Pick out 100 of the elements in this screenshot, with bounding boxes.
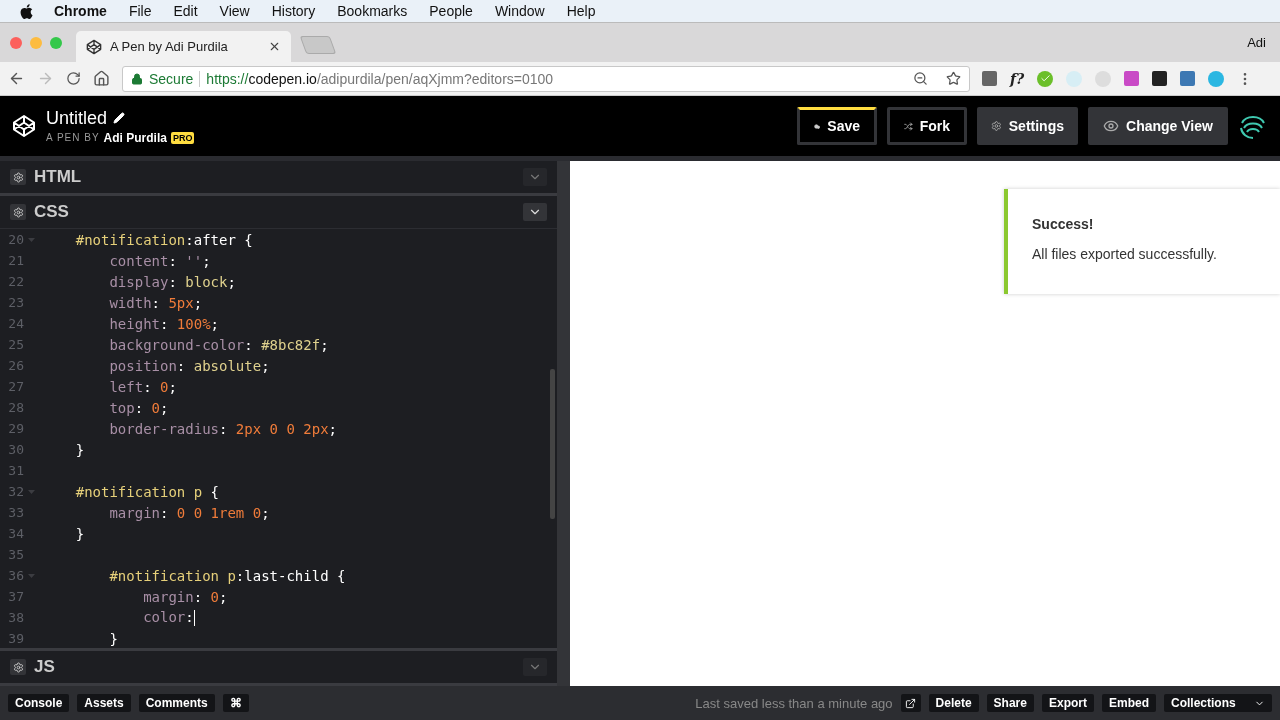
- menu-item[interactable]: View: [208, 3, 261, 19]
- line-number: 29: [7, 421, 24, 436]
- reload-icon[interactable]: [66, 71, 81, 86]
- address-field[interactable]: Secure https://codepen.io/adipurdila/pen/aqXjmm?editors=0100: [122, 65, 970, 92]
- menu-item[interactable]: Bookmarks: [326, 3, 419, 19]
- settings-icon: [991, 118, 1002, 134]
- pen-title[interactable]: Untitled: [46, 107, 108, 129]
- settings-icon: [12, 661, 24, 673]
- line-number: 37: [7, 589, 24, 604]
- line-number: 39: [7, 631, 24, 646]
- settings-button[interactable]: [10, 169, 26, 185]
- line-number: 32: [7, 484, 24, 499]
- line-number: 28: [7, 400, 24, 415]
- code-line: position: absolute;: [108, 357, 270, 374]
- settings-button[interactable]: Settings: [977, 107, 1078, 145]
- profile-name[interactable]: Adi: [1247, 35, 1266, 50]
- extension-icon[interactable]: [1152, 71, 1168, 86]
- code-line: }: [74, 525, 85, 542]
- code-line: width: 5px;: [108, 294, 203, 311]
- external-link-button[interactable]: [900, 694, 921, 712]
- external-link-icon: [905, 697, 917, 709]
- footer-button[interactable]: Share: [986, 694, 1034, 712]
- star-icon[interactable]: [946, 71, 961, 86]
- line-number: 34: [7, 526, 24, 541]
- cube-logo-icon: [86, 38, 102, 55]
- line-number: 22: [7, 274, 24, 289]
- view-button[interactable]: Change View: [1088, 107, 1228, 145]
- code-line: display: block;: [108, 273, 236, 290]
- scrollbar-thumb[interactable]: [550, 369, 555, 519]
- settings-icon: [12, 171, 24, 183]
- code-line: margin: 0;: [142, 588, 228, 605]
- code-line: }: [108, 630, 118, 647]
- code-line: #notification p:last-child {: [108, 567, 346, 584]
- menu-item[interactable]: Edit: [162, 3, 209, 19]
- close-icon[interactable]: [268, 40, 281, 53]
- collections-dropdown[interactable]: Collections: [1164, 694, 1272, 712]
- save-status: Last saved less than a minute ago: [695, 695, 893, 711]
- code-line: }: [74, 441, 85, 458]
- apple-icon[interactable]: [20, 3, 33, 19]
- menu-item[interactable]: Help: [555, 3, 607, 19]
- zoom-icon[interactable]: [913, 71, 928, 86]
- footer-button[interactable]: Console: [8, 694, 70, 712]
- menu-app-name[interactable]: Chrome: [43, 3, 118, 19]
- line-number: 31: [7, 463, 24, 478]
- pencil-icon[interactable]: [113, 112, 126, 124]
- line-number: 27: [7, 379, 24, 394]
- line-number: 21: [7, 253, 24, 268]
- line-number: 24: [7, 316, 24, 331]
- footer-button[interactable]: Comments: [138, 694, 215, 712]
- byline-label: A PEN BY: [46, 132, 100, 143]
- settings-button[interactable]: [10, 204, 26, 220]
- footer-button[interactable]: Delete: [928, 694, 979, 712]
- footer-button[interactable]: Export: [1041, 694, 1094, 712]
- check-icon: [1039, 73, 1051, 84]
- line-number: 25: [7, 337, 24, 352]
- lock-icon: [131, 72, 143, 85]
- notification-title: Success!: [1032, 216, 1095, 232]
- menu-item[interactable]: People: [418, 3, 484, 19]
- code-line: background-color: #8bc82f;: [108, 336, 329, 353]
- line-number: 26: [7, 358, 24, 373]
- collapse-button[interactable]: [523, 203, 547, 221]
- back-icon[interactable]: [8, 70, 25, 87]
- save-button[interactable]: Save: [797, 107, 877, 145]
- menu-item[interactable]: Window: [483, 3, 556, 19]
- menu-item[interactable]: History: [260, 3, 327, 19]
- cube-logo-icon: [12, 114, 36, 138]
- line-number: 35: [7, 547, 24, 562]
- browser-tab[interactable]: A Pen by Adi Purdila: [76, 31, 291, 62]
- line-number: 38: [7, 610, 24, 625]
- settings-icon: [12, 206, 24, 218]
- menu-item[interactable]: File: [117, 3, 163, 19]
- eye-window-icon: [1103, 118, 1120, 134]
- close-window-button[interactable]: [10, 36, 22, 49]
- footer-button[interactable]: ⌘: [222, 694, 249, 712]
- code-line: margin: 0 0 1rem 0;: [108, 504, 270, 521]
- text-cursor: [193, 610, 195, 626]
- code-line: height: 100%;: [108, 315, 219, 332]
- code-line: #notification:after {: [74, 231, 253, 248]
- footer-button[interactable]: Assets: [77, 694, 131, 712]
- line-number: 20: [7, 232, 24, 247]
- code-line: left: 0;: [108, 378, 177, 395]
- extension-icon[interactable]: f?: [1010, 70, 1025, 87]
- author-link[interactable]: Adi Purdila: [103, 130, 167, 145]
- line-number: 23: [7, 295, 24, 310]
- code-line: #notification p {: [74, 483, 219, 500]
- code-line: content: '';: [108, 252, 211, 269]
- collapse-button[interactable]: [523, 168, 547, 186]
- code-line: border-radius: 2px 0 0 2px;: [108, 420, 337, 437]
- line-number: 33: [7, 505, 24, 520]
- fork-button[interactable]: Fork: [887, 107, 967, 145]
- line-number: 36: [7, 568, 24, 583]
- line-number: 30: [7, 442, 24, 457]
- code-line: top: 0;: [108, 399, 169, 416]
- home-icon[interactable]: [93, 70, 110, 87]
- code-line: color:: [142, 609, 195, 626]
- settings-button[interactable]: [10, 659, 26, 675]
- pro-badge: PRO: [170, 131, 195, 144]
- collapse-button[interactable]: [523, 658, 547, 676]
- notification-message: All files exported successfully.: [1032, 246, 1218, 262]
- footer-button[interactable]: Embed: [1102, 694, 1156, 712]
